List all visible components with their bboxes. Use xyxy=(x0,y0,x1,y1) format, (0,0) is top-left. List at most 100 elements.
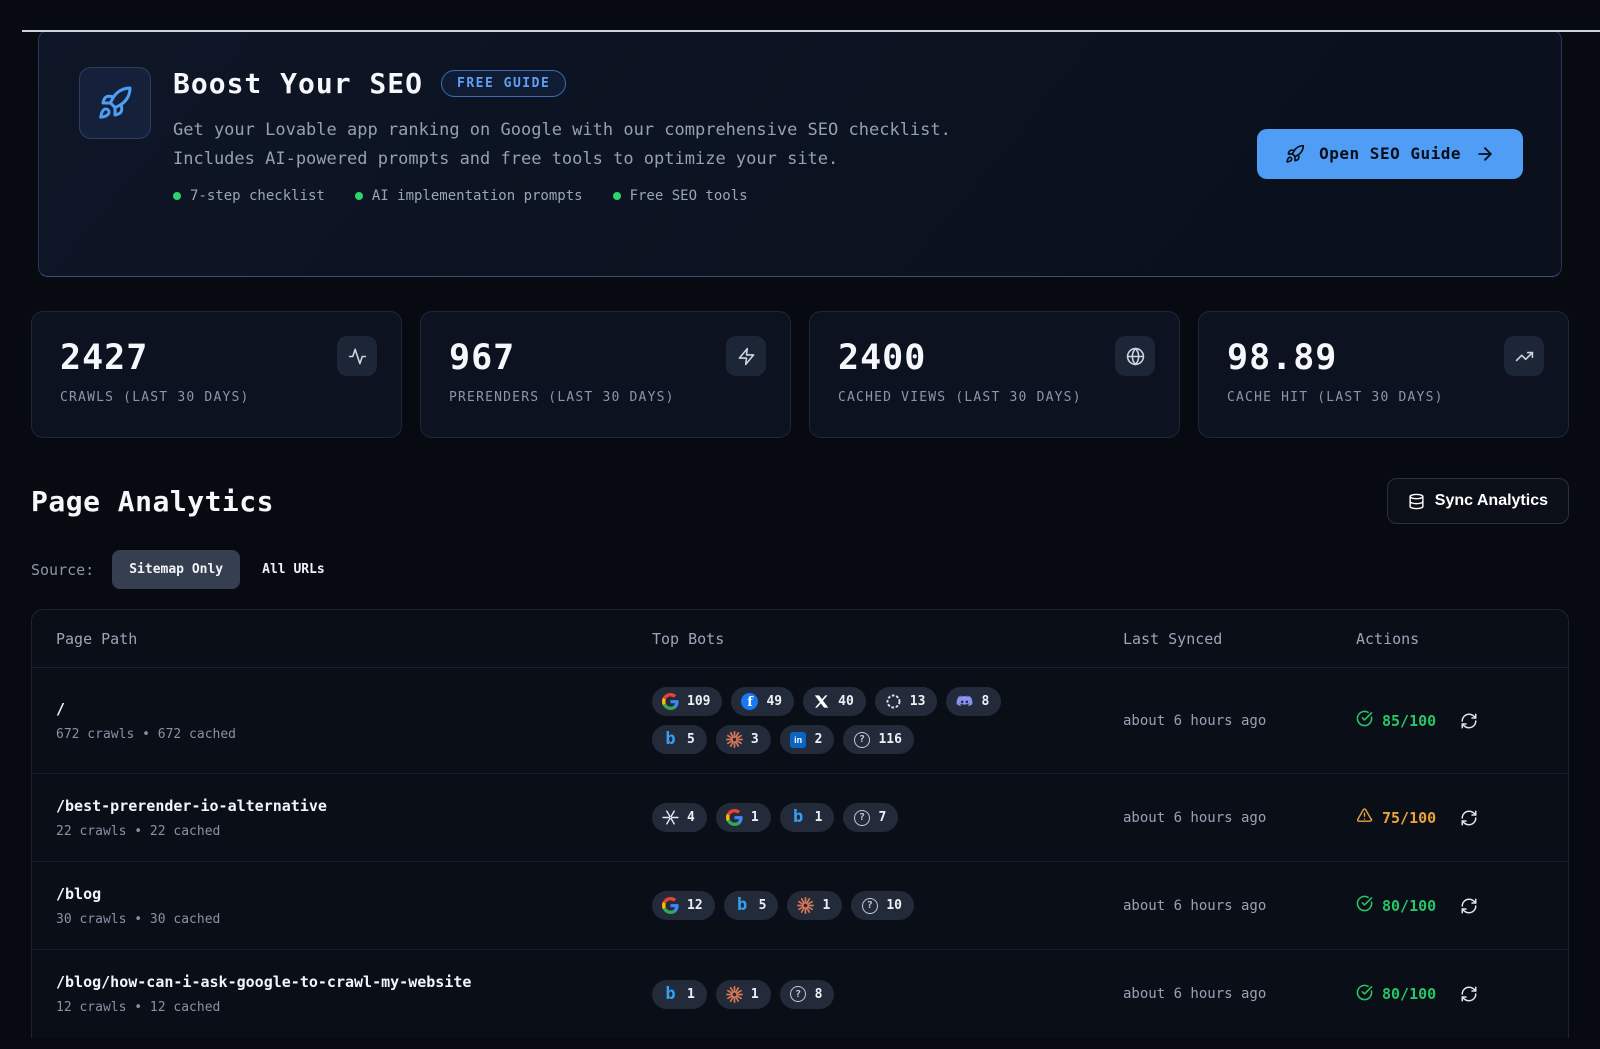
stat-card-cached-views: 2400 CACHED VIEWS (LAST 30 DAYS) xyxy=(809,311,1180,438)
bot-badge-unknown: ?10 xyxy=(851,891,914,920)
page-path[interactable]: /blog xyxy=(56,885,652,903)
refresh-button[interactable] xyxy=(1458,983,1480,1005)
bot-badges: 12 b5 1 ?10 xyxy=(652,891,1054,920)
stat-card-prerenders: 967 PRERENDERS (LAST 30 DAYS) xyxy=(420,311,791,438)
bot-badge-x: 40 xyxy=(803,687,866,716)
open-seo-guide-button[interactable]: Open SEO Guide xyxy=(1257,129,1523,179)
seo-banner: Boost Your SEO FREE GUIDE Get your Lovab… xyxy=(38,30,1562,277)
stat-label: CRAWLS (LAST 30 DAYS) xyxy=(60,390,373,405)
last-synced: about 6 hours ago xyxy=(1123,713,1356,729)
bing-icon: b xyxy=(662,986,679,1003)
stat-value: 2400 xyxy=(838,338,1151,378)
stat-label: CACHE HIT (LAST 30 DAYS) xyxy=(1227,390,1540,405)
x-icon xyxy=(813,693,830,710)
feature-item: AI implementation prompts xyxy=(355,188,583,204)
page-meta: 672 crawls • 672 cached xyxy=(56,727,652,742)
green-dot-icon xyxy=(173,192,181,200)
bot-badge-perplexity: 4 xyxy=(652,803,707,832)
trending-up-icon xyxy=(1504,336,1544,376)
perplexity-icon xyxy=(662,809,679,826)
check-circle-icon xyxy=(1356,984,1373,1001)
stat-card-crawls: 2427 CRAWLS (LAST 30 DAYS) xyxy=(31,311,402,438)
facebook-icon: f xyxy=(741,693,758,710)
page-meta: 12 crawls • 12 cached xyxy=(56,1000,652,1015)
table-header: Page Path Top Bots Last Synced Actions xyxy=(32,610,1568,668)
bot-badge-bing: b5 xyxy=(652,725,707,754)
globe-icon xyxy=(1115,336,1155,376)
bot-badge-facebook: f49 xyxy=(731,687,794,716)
page-path[interactable]: /best-prerender-io-alternative xyxy=(56,797,652,815)
bot-badge-bing: b1 xyxy=(780,803,835,832)
google-icon xyxy=(662,693,679,710)
unknown-icon: ? xyxy=(861,897,878,914)
source-option-all-urls[interactable]: All URLs xyxy=(258,550,329,589)
stat-label: PRERENDERS (LAST 30 DAYS) xyxy=(449,390,762,405)
linkedin-icon: in xyxy=(790,731,807,748)
zap-icon xyxy=(726,336,766,376)
rocket-icon xyxy=(1285,144,1305,164)
table-row: / 672 crawls • 672 cached 109f4940138b53… xyxy=(32,668,1568,774)
source-label: Source: xyxy=(31,561,94,579)
bot-badge-unknown: ?8 xyxy=(780,980,835,1009)
bot-badge-bing: b5 xyxy=(724,891,779,920)
page-analytics-table: Page Path Top Bots Last Synced Actions /… xyxy=(31,609,1569,1038)
page-path[interactable]: /blog/how-can-i-ask-google-to-crawl-my-w… xyxy=(56,973,652,991)
stat-value: 2427 xyxy=(60,338,373,378)
bot-badge-anthropic: 1 xyxy=(716,980,771,1009)
last-synced: about 6 hours ago xyxy=(1123,810,1356,826)
refresh-icon xyxy=(1460,809,1478,827)
banner-title: Boost Your SEO xyxy=(173,67,423,100)
bot-badges: 109f4940138b53in2?116 xyxy=(652,687,1054,754)
stats-row: 2427 CRAWLS (LAST 30 DAYS) 967 PRERENDER… xyxy=(31,311,1569,438)
refresh-button[interactable] xyxy=(1458,807,1480,829)
stat-label: CACHED VIEWS (LAST 30 DAYS) xyxy=(838,390,1151,405)
bing-icon: b xyxy=(734,897,751,914)
banner-description: Get your Lovable app ranking on Google w… xyxy=(173,116,1003,174)
table-row: /blog/how-can-i-ask-google-to-crawl-my-w… xyxy=(32,950,1568,1038)
unknown-icon: ? xyxy=(853,809,870,826)
page-meta: 30 crawls • 30 cached xyxy=(56,912,652,927)
refresh-icon xyxy=(1460,712,1478,730)
page-path[interactable]: / xyxy=(56,700,652,718)
warning-triangle-icon xyxy=(1356,807,1373,824)
column-actions: Actions xyxy=(1356,630,1544,648)
refresh-button[interactable] xyxy=(1458,710,1480,732)
activity-icon xyxy=(337,336,377,376)
page-meta: 22 crawls • 22 cached xyxy=(56,824,652,839)
top-divider xyxy=(22,30,1600,32)
check-circle-icon xyxy=(1356,895,1373,912)
column-last-synced: Last Synced xyxy=(1123,630,1356,648)
check-circle-icon xyxy=(1356,710,1373,727)
refresh-icon xyxy=(1460,985,1478,1003)
database-icon xyxy=(1408,493,1425,510)
anthropic-icon xyxy=(726,731,743,748)
refresh-button[interactable] xyxy=(1458,895,1480,917)
bot-badge-google: 12 xyxy=(652,891,715,920)
last-synced: about 6 hours ago xyxy=(1123,986,1356,1002)
bot-badges: b1 1 ?8 xyxy=(652,980,1054,1009)
bot-badge-anthropic: 1 xyxy=(787,891,842,920)
arrow-right-icon xyxy=(1475,144,1495,164)
sync-analytics-button[interactable]: Sync Analytics xyxy=(1387,478,1569,524)
seo-score-badge: 85/100 xyxy=(1356,710,1436,731)
bot-badge-google: 109 xyxy=(652,687,722,716)
feature-item: Free SEO tools xyxy=(613,188,748,204)
column-page-path: Page Path xyxy=(56,630,652,648)
green-dot-icon xyxy=(613,192,621,200)
banner-features: 7-step checklist AI implementation promp… xyxy=(173,188,1235,204)
google-icon xyxy=(662,897,679,914)
bing-icon: b xyxy=(790,809,807,826)
table-row: /best-prerender-io-alternative 22 crawls… xyxy=(32,774,1568,862)
anthropic-icon xyxy=(726,986,743,1003)
last-synced: about 6 hours ago xyxy=(1123,898,1356,914)
seo-score-badge: 75/100 xyxy=(1356,807,1436,828)
openai-icon xyxy=(885,693,902,710)
bot-badge-google: 1 xyxy=(716,803,771,832)
bot-badge-discord: 8 xyxy=(946,687,1001,716)
bot-badge-bing: b1 xyxy=(652,980,707,1009)
table-row: /blog 30 crawls • 30 cached 12 b5 1 ?10 abo… xyxy=(32,862,1568,950)
source-option-sitemap-only[interactable]: Sitemap Only xyxy=(112,550,240,589)
column-top-bots: Top Bots xyxy=(652,630,1123,648)
bot-badges: 41b1?7 xyxy=(652,803,1054,832)
refresh-icon xyxy=(1460,897,1478,915)
